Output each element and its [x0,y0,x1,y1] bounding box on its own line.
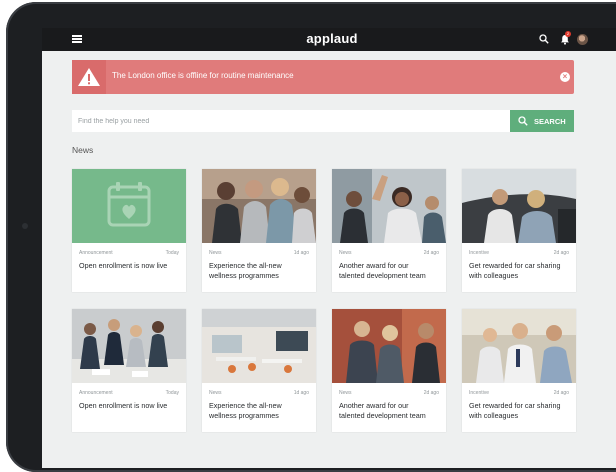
maintenance-alert: The London office is offline for routine… [72,60,574,94]
card-date: 1d ago [293,390,309,396]
card-title: Get rewarded for car sharing with collea… [469,261,561,280]
card-date: 1d ago [293,250,309,256]
card-date: 2d ago [423,390,439,396]
search-button-label: SEARCH [534,117,566,126]
alert-icon-box [72,60,106,94]
card-category: Announcement [79,390,113,396]
camera-dot [22,223,28,229]
card-category: Announcement [79,250,113,256]
news-card[interactable]: Announcement Today Open enrollment is now… [72,169,186,292]
card-date: 2d ago [423,250,439,256]
card-date: Today [165,250,179,256]
car-sharing-photo [462,169,576,243]
business-team-photo [332,309,446,383]
office-discussion-photo [462,309,576,383]
card-category: News [339,250,352,256]
card-title: Experience the all-new wellness programm… [209,261,282,280]
news-card[interactable]: Incentive 2d ago Get rewarded for car sha… [462,169,576,292]
fitness-group-photo [202,169,316,243]
card-title: Open enrollment is now live [79,401,168,410]
calendar-heart-icon [72,169,186,243]
card-category: Incentive [469,390,490,396]
search-icon[interactable] [539,34,549,44]
card-title: Another award for our talented developme… [339,401,426,420]
tablet-frame: applaud 2 The London office is offline f… [6,2,616,472]
news-card[interactable]: News 2d ago Another award for our talente… [332,309,446,432]
news-card[interactable]: Incentive 2d ago Get rewarded for car sha… [462,309,576,432]
card-category: News [339,390,352,396]
card-title: Another award for our talented developme… [339,261,426,280]
news-card[interactable]: News 1d ago Experience the all-new wellne… [202,169,316,292]
alert-message: The London office is offline for routine… [112,71,294,80]
news-heading: News [72,145,94,155]
user-avatar[interactable] [577,34,588,45]
warning-icon [78,68,100,86]
hamburger-menu-icon[interactable] [72,35,82,43]
news-card[interactable]: News 2d ago Another award for our talente… [332,169,446,292]
app-screen: applaud 2 The London office is offline f… [42,28,616,468]
search-button-icon [518,116,528,126]
team-meeting-photo [72,309,186,383]
brand-logo: applaud [306,31,358,46]
card-category: News [209,390,222,396]
card-category: Incentive [469,250,490,256]
card-title: Experience the all-new wellness programm… [209,401,282,420]
card-date: Today [165,390,179,396]
news-card[interactable]: News 1d ago Experience the all-new wellne… [202,309,316,432]
card-date: 2d ago [553,250,569,256]
office-space-photo [202,309,316,383]
card-title: Get rewarded for car sharing with collea… [469,401,561,420]
top-bar: applaud 2 [42,28,616,51]
search-button[interactable]: SEARCH [510,110,574,132]
card-date: 2d ago [553,390,569,396]
news-card[interactable]: Announcement Today Open enrollment is now… [72,309,186,432]
card-title: Open enrollment is now live [79,261,168,270]
notification-badge: 2 [565,31,571,37]
help-search-input[interactable] [72,110,510,132]
card-category: News [209,250,222,256]
team-highfive-photo [332,169,446,243]
help-search: SEARCH [72,110,574,132]
close-icon[interactable]: × [560,72,570,82]
